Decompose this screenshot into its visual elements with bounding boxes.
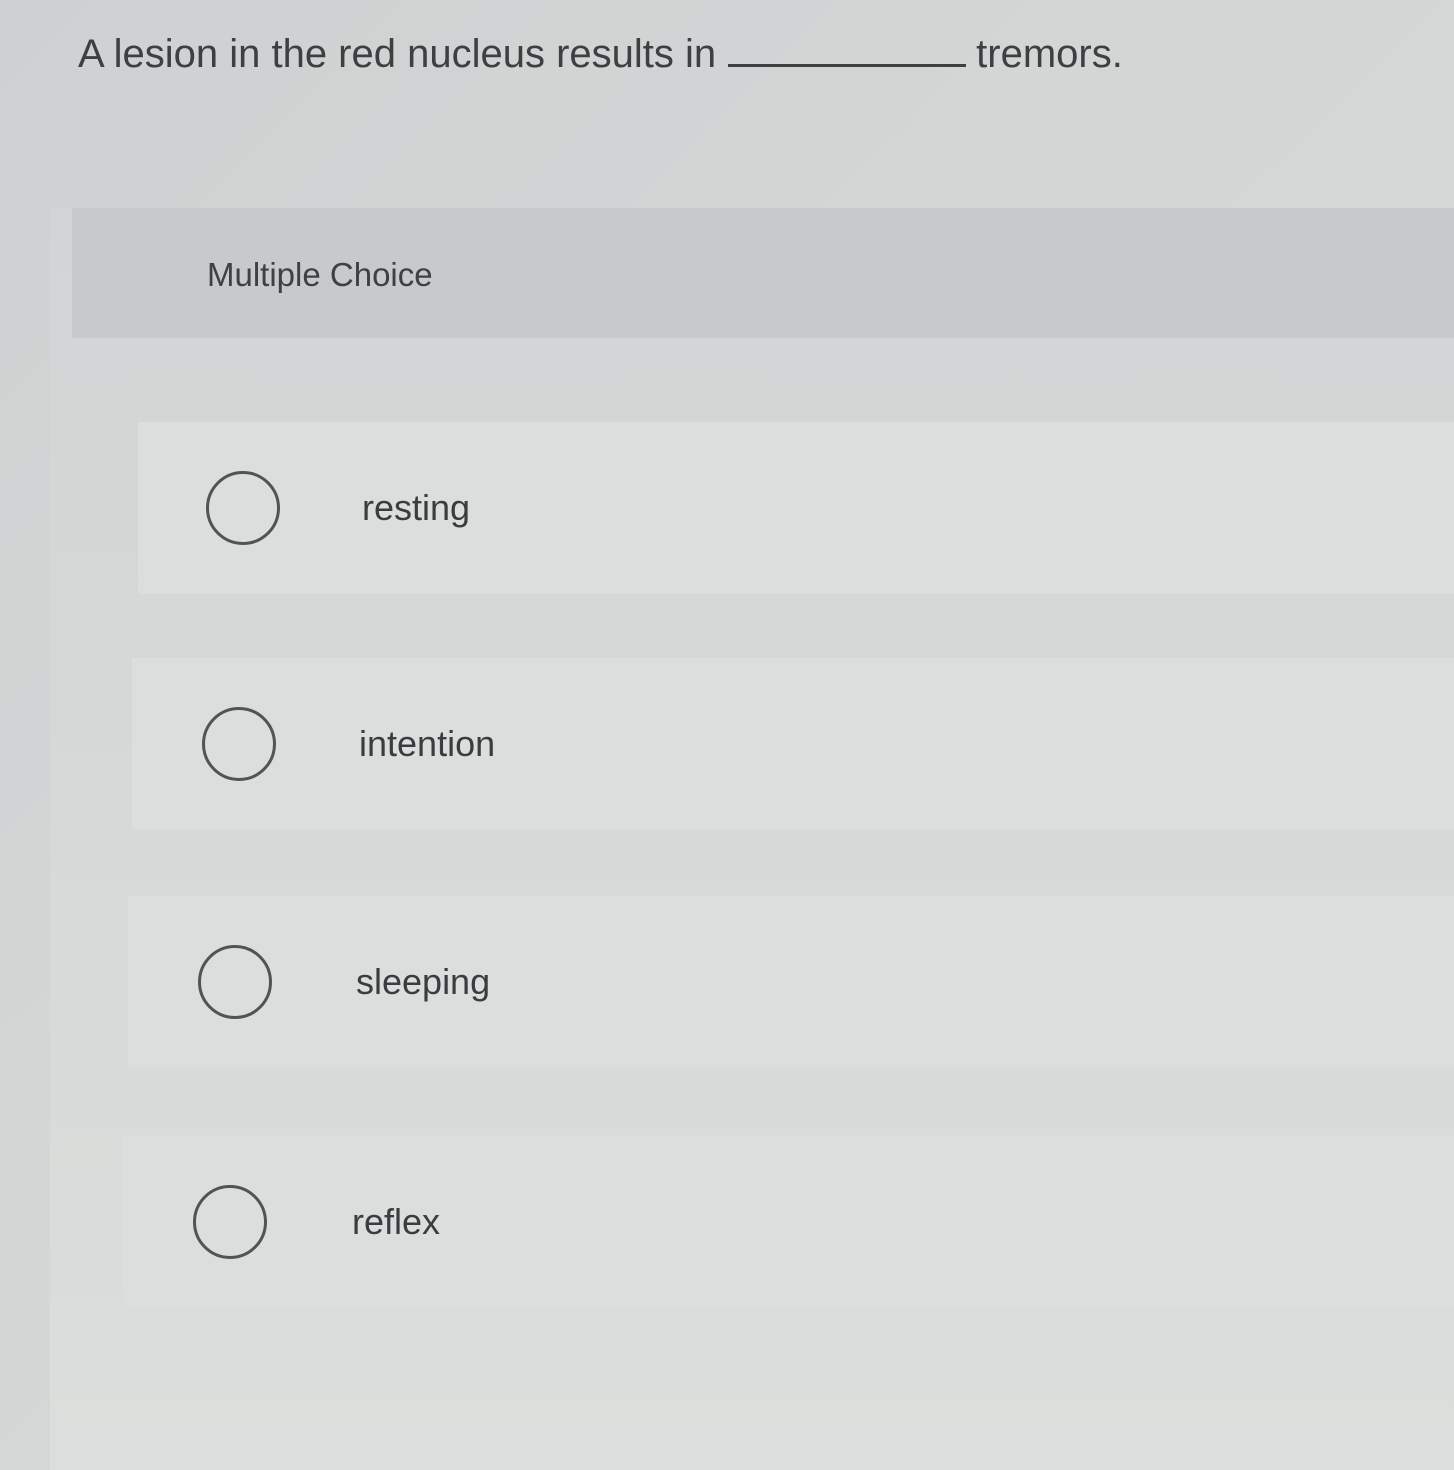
multiple-choice-label: Multiple Choice — [207, 256, 433, 293]
option-sleeping[interactable]: sleeping — [128, 896, 1454, 1068]
answer-blank — [728, 34, 967, 67]
radio-button-icon[interactable] — [198, 945, 272, 1019]
multiple-choice-header: Multiple Choice — [72, 208, 1454, 338]
radio-button-icon[interactable] — [202, 707, 276, 781]
radio-button-icon[interactable] — [193, 1185, 267, 1259]
option-resting[interactable]: resting — [138, 422, 1454, 594]
option-label: reflex — [352, 1201, 441, 1242]
option-reflex[interactable]: reflex — [122, 1136, 1454, 1308]
question-text-before: A lesion in the red nucleus results in — [78, 32, 717, 76]
multiple-choice-panel: Multiple Choice resting intention sleepi… — [50, 208, 1454, 1470]
option-label: resting — [362, 487, 471, 528]
option-intention[interactable]: intention — [132, 658, 1454, 830]
question-text: A lesion in the red nucleus results in tr… — [78, 28, 1123, 80]
radio-button-icon[interactable] — [206, 471, 280, 545]
question-text-after: tremors. — [976, 32, 1123, 76]
option-label: sleeping — [356, 961, 491, 1002]
option-label: intention — [359, 723, 496, 764]
